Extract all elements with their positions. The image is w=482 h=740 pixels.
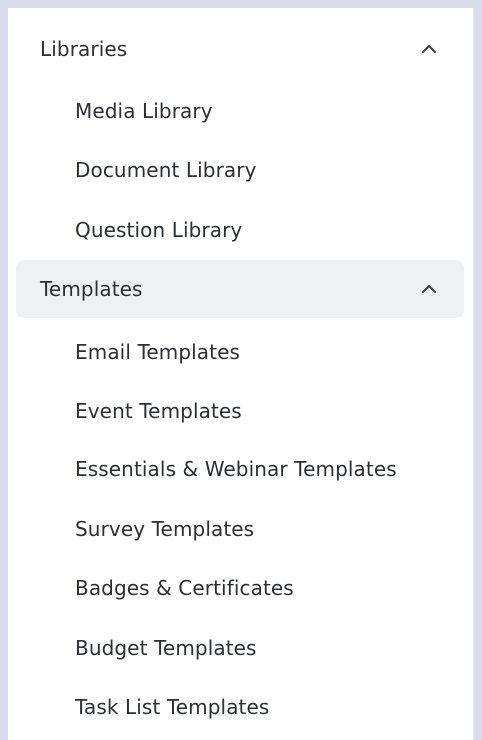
- menu-item-survey-templates[interactable]: Survey Templates: [75, 509, 254, 549]
- sidebar-panel: Libraries Media Library Document Library…: [8, 8, 474, 740]
- menu-item-email-templates[interactable]: Email Templates: [75, 332, 240, 372]
- section-title-libraries: Libraries: [40, 37, 128, 61]
- menu-item-event-templates[interactable]: Event Templates: [75, 391, 242, 431]
- menu-item-media-library[interactable]: Media Library: [75, 91, 213, 131]
- chevron-up-icon[interactable]: [418, 38, 440, 60]
- menu-item-budget-templates[interactable]: Budget Templates: [75, 628, 257, 668]
- menu-item-badges-certificates[interactable]: Badges & Certificates: [75, 568, 294, 608]
- section-header-templates[interactable]: Templates: [16, 260, 464, 318]
- menu-item-essentials-webinar-templates[interactable]: Essentials & Webinar Templates: [75, 449, 397, 489]
- menu-item-task-list-templates[interactable]: Task List Templates: [75, 687, 269, 727]
- menu-item-question-library[interactable]: Question Library: [75, 210, 242, 250]
- section-header-libraries[interactable]: Libraries: [16, 20, 464, 78]
- section-title-templates: Templates: [40, 277, 143, 301]
- menu-item-document-library[interactable]: Document Library: [75, 150, 257, 190]
- chevron-up-icon[interactable]: [418, 278, 440, 300]
